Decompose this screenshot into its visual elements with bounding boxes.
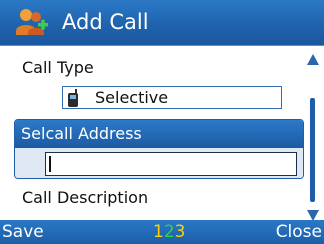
call-type-label: Call Type (22, 58, 94, 77)
input-mode-digit-3: 3 (174, 222, 186, 242)
selcall-address-group[interactable]: Selcall Address (14, 119, 304, 179)
scroll-thumb[interactable] (310, 98, 315, 202)
form-content: Call Type Selective Selcall Address Call… (0, 46, 324, 221)
selcall-address-input-area (15, 148, 303, 178)
scroll-up-arrow-icon[interactable] (307, 54, 319, 65)
close-softkey[interactable]: Close (276, 220, 322, 244)
input-mode-digit-1: 1 (153, 222, 164, 242)
input-mode-digit-2: 2 (163, 222, 175, 242)
save-softkey[interactable]: Save (2, 220, 44, 244)
selcall-address-label: Selcall Address (15, 120, 303, 148)
call-type-value: Selective (95, 88, 169, 107)
page-title: Add Call (62, 10, 149, 34)
title-bar: Add Call (0, 0, 324, 46)
scrollbar[interactable] (304, 54, 322, 221)
radio-handset-icon (68, 89, 78, 107)
text-cursor (49, 156, 51, 172)
selcall-address-input[interactable] (45, 152, 297, 176)
call-description-label: Call Description (22, 188, 149, 207)
call-type-field[interactable]: Selective (62, 86, 282, 109)
softkey-bar: Save 123 Close (0, 220, 324, 244)
input-mode-indicator: 123 (153, 220, 185, 244)
add-contact-icon (16, 9, 48, 35)
